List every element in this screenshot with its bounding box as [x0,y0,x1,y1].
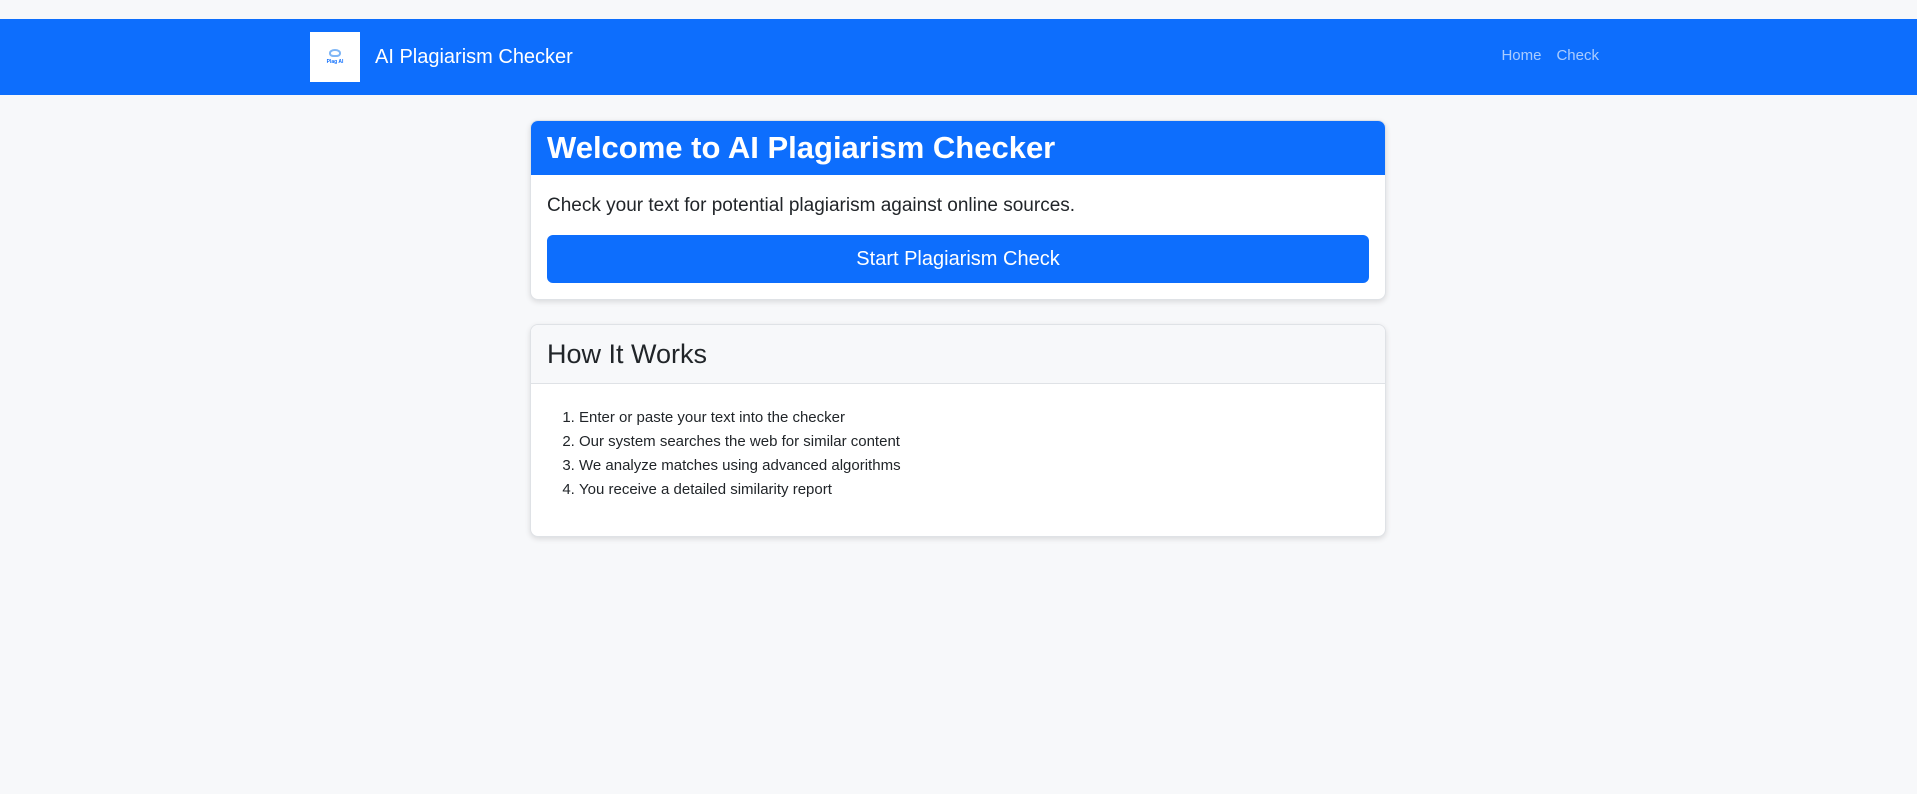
welcome-card: Welcome to AI Plagiarism Checker Check y… [530,120,1386,300]
main-content: Welcome to AI Plagiarism Checker Check y… [530,120,1386,561]
brand-title[interactable]: AI Plagiarism Checker [375,44,573,70]
brand-logo[interactable]: Plag AI [310,32,360,82]
step-item: You receive a detailed similarity report [579,478,1369,502]
welcome-card-header: Welcome to AI Plagiarism Checker [531,121,1385,175]
top-strip [0,0,1917,19]
step-item: We analyze matches using advanced algori… [579,454,1369,478]
nav-link-home[interactable]: Home [1501,47,1541,64]
navbar: Plag AI AI Plagiarism Checker Home Check [0,19,1917,95]
steps-list: Enter or paste your text into the checke… [547,406,1369,502]
logo-icon [329,49,341,57]
step-item: Our system searches the web for similar … [579,430,1369,454]
how-it-works-header: How It Works [531,325,1385,384]
start-check-button[interactable]: Start Plagiarism Check [547,235,1369,283]
nav-link-check[interactable]: Check [1556,47,1599,64]
welcome-title: Welcome to AI Plagiarism Checker [547,130,1056,165]
welcome-description: Check your text for potential plagiarism… [547,195,1076,216]
how-it-works-body: Enter or paste your text into the checke… [531,384,1385,536]
how-it-works-title: How It Works [547,338,708,369]
nav-links: Home Check [1501,47,1599,64]
step-item: Enter or paste your text into the checke… [579,406,1369,430]
logo-text: Plag AI [326,59,344,65]
how-it-works-card: How It Works Enter or paste your text in… [530,324,1386,537]
welcome-card-body: Check your text for potential plagiarism… [531,175,1385,299]
